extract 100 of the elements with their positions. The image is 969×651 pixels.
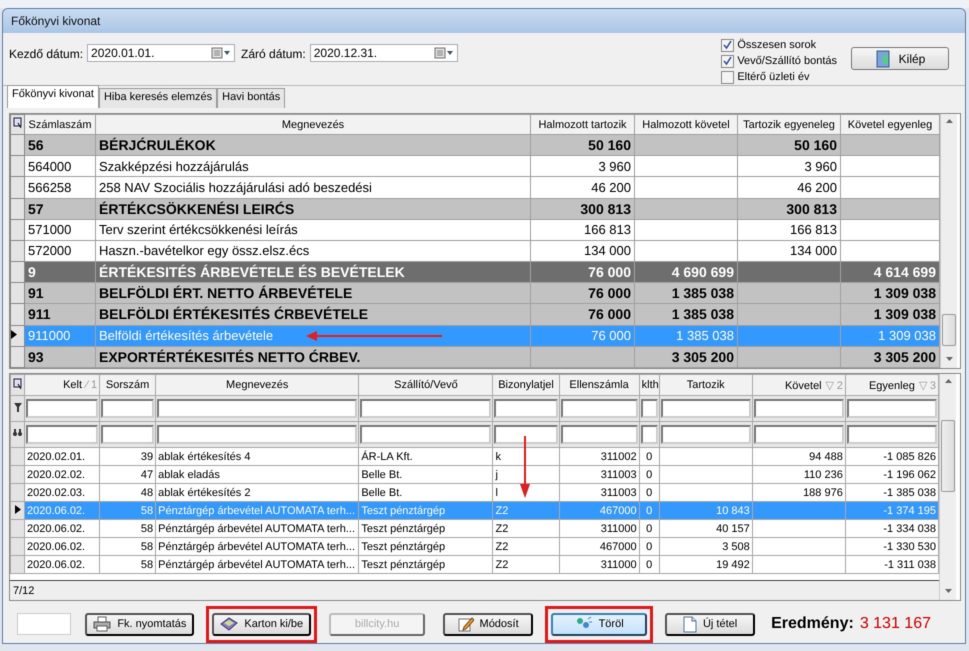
- column-chooser-icon[interactable]: [12, 378, 22, 390]
- checkbox[interactable]: [721, 70, 734, 84]
- scroll-down-icon[interactable]: [946, 357, 952, 361]
- search-field[interactable]: [660, 425, 751, 444]
- table-row[interactable]: 2020.06.02. 58 Pénztárgép árbevétel AUTOMATA terh... Teszt pénztárgép Z2 311000 0 19 492 -1 311 038: [10, 556, 938, 574]
- table-row[interactable]: 93 EXPORTÉRTÉKESITÉS NETTO ĆRBEV. 3 305 200 3 305 200: [10, 346, 940, 368]
- table-row[interactable]: 56 BÉRJĆRULÉKOK 50 160 50 160: [10, 134, 940, 156]
- column-header[interactable]: Egyenleg ▽ 3: [845, 374, 938, 396]
- table-cell: 110 236: [752, 466, 846, 484]
- filter-field[interactable]: [157, 399, 358, 418]
- tab[interactable]: Havi bontás: [217, 88, 286, 108]
- calendar-icon[interactable]: [434, 47, 454, 59]
- column-header[interactable]: Halmozott követel: [634, 114, 738, 134]
- column-header[interactable]: Bizonylatjel: [492, 374, 560, 396]
- start-date-label: Kezdő dátum:: [9, 47, 84, 61]
- table-row[interactable]: 9 ÉRTÉKESITÉS ÁRBEVÉTELE ÉS BEVÉTELEK 76 000 4 690 699 4 614 699: [10, 262, 940, 283]
- table-cell: 0: [639, 520, 660, 538]
- start-date-field[interactable]: 2020.01.01.: [87, 44, 236, 62]
- column-header[interactable]: Megnevezés: [156, 374, 359, 396]
- column-chooser-icon[interactable]: [12, 117, 22, 129]
- table-cell: 91: [24, 282, 96, 304]
- window-title: Főkönyvi kivonat: [3, 9, 965, 33]
- toolbar-button[interactable]: Töröl: [551, 612, 648, 636]
- search-field[interactable]: [101, 425, 154, 444]
- table-cell: 93: [24, 346, 96, 368]
- table-row[interactable]: 571000 Terv szerint értékcsökkenési leírás 166 813 166 813: [10, 219, 940, 240]
- column-header[interactable]: Megnevezés: [96, 114, 530, 134]
- table-row[interactable]: 2020.02.01. 39 ablak értékesítés 4 ÁR-LA Kft. k 311002 0 94 488 -1 085 826: [10, 448, 938, 466]
- toolbar-button[interactable]: Karton ki/be: [212, 612, 312, 636]
- filter-field[interactable]: [560, 399, 638, 418]
- table-row[interactable]: 911 BELFÖLDI ÉRTÉKESITÉS ĆRBEVÉTELE 76 000 1 385 038 1 309 038: [10, 304, 940, 326]
- scroll-down-icon[interactable]: [944, 589, 952, 593]
- row-indicator[interactable]: [10, 325, 24, 346]
- filter-field[interactable]: [360, 399, 492, 418]
- scroll-up-icon[interactable]: [946, 119, 952, 123]
- filter-field[interactable]: [640, 399, 658, 418]
- search-field[interactable]: [494, 425, 558, 444]
- column-header[interactable]: Tartozik egyeneleg: [738, 114, 840, 134]
- end-date-field[interactable]: 2020.12.31.: [310, 44, 458, 62]
- filter-field[interactable]: [26, 399, 98, 418]
- exit-button[interactable]: Kilép: [851, 47, 949, 70]
- table-row[interactable]: 2020.02.02. 47 ablak eladás Belle Bt. j 311003 0 110 236 -1 196 062: [10, 466, 938, 484]
- table-row[interactable]: 91 BELFÖLDI ÉRT. NETTO ÁRBEVÉTELE 76 000 1 385 038 1 309 038: [10, 282, 940, 304]
- table-cell: Szakképzési hozzájárulás: [96, 156, 530, 177]
- search-field[interactable]: [846, 425, 937, 444]
- table-cell: 19 492: [659, 556, 752, 574]
- filter-field[interactable]: [660, 399, 751, 418]
- column-header[interactable]: Szállító/Vevő: [358, 374, 493, 396]
- table-cell: 1 385 038: [634, 304, 738, 326]
- scrollbar-thumb[interactable]: [942, 314, 956, 346]
- table-cell: 50 160: [738, 134, 840, 156]
- toolbar-button[interactable]: Új tétel: [665, 612, 756, 636]
- column-header[interactable]: Sorszám: [100, 374, 156, 396]
- table-cell: 76 000: [530, 304, 634, 326]
- table-row[interactable]: 57 ÉRTÉKCSÖKKENÉSI LEIRĆS 300 813 300 813: [10, 198, 940, 220]
- search-field[interactable]: [560, 425, 638, 444]
- tab[interactable]: Főkönyvi kivonat: [7, 85, 99, 108]
- scrollbar[interactable]: [939, 374, 956, 600]
- column-header[interactable]: Számlaszám: [24, 114, 96, 134]
- scrollbar[interactable]: [940, 114, 957, 368]
- checkbox[interactable]: [721, 38, 734, 52]
- search-field[interactable]: [360, 425, 492, 444]
- scrollbar-thumb[interactable]: [941, 420, 955, 492]
- table-cell: 1 385 038: [634, 325, 738, 346]
- column-header[interactable]: Tartozik: [659, 374, 752, 396]
- table-row[interactable]: 2020.06.02. 58 Pénztárgép árbevétel AUTOMATA terh... Teszt pénztárgép Z2 467000 0 3 508 -1 330 530: [10, 538, 938, 556]
- column-header[interactable]: Ellenszámla: [559, 374, 640, 396]
- toolbar-button[interactable]: Fk. nyomtatás: [85, 612, 194, 636]
- table-row[interactable]: 2020.06.02. 58 Pénztárgép árbevétel AUTOMATA terh... Teszt pénztárgép Z2 311000 0 40 157 -1 334 038: [10, 520, 938, 538]
- binoculars-icon: [13, 429, 22, 437]
- column-header[interactable]: Követel egyenleg: [840, 114, 940, 134]
- table-cell: 76 000: [530, 325, 634, 346]
- column-header[interactable]: klth: [639, 374, 660, 396]
- input-field[interactable]: [17, 613, 72, 635]
- search-field[interactable]: [157, 425, 358, 444]
- column-header[interactable]: Kelt ∕ 1: [24, 374, 100, 396]
- toolbar-button[interactable]: Módosít: [443, 612, 534, 636]
- table-cell: 58: [100, 502, 156, 520]
- checkbox[interactable]: [721, 54, 734, 68]
- column-header[interactable]: Követel ▽ 2: [752, 374, 846, 396]
- table-cell: 1 309 038: [840, 325, 940, 346]
- door-icon: [874, 50, 891, 68]
- search-field[interactable]: [26, 425, 98, 444]
- tab[interactable]: Hiba keresés elemzés: [98, 88, 218, 108]
- search-field[interactable]: [640, 425, 658, 444]
- table-row[interactable]: 566258 258 NAV Szociális hozzájárulási adó beszedési 46 200 46 200: [10, 176, 940, 198]
- scroll-up-icon[interactable]: [944, 379, 952, 383]
- table-cell: 3 508: [659, 538, 752, 556]
- filter-field[interactable]: [754, 399, 844, 418]
- filter-field[interactable]: [101, 399, 154, 418]
- table-cell: Teszt pénztárgép: [358, 538, 493, 556]
- table-cell: -1 085 826: [845, 448, 938, 466]
- table-cell: 467000: [559, 502, 640, 520]
- filter-field[interactable]: [494, 399, 558, 418]
- filter-field[interactable]: [846, 399, 937, 418]
- row-indicator[interactable]: [10, 502, 24, 520]
- table-row[interactable]: 564000 Szakképzési hozzájárulás 3 960 3 960: [10, 156, 940, 177]
- search-field[interactable]: [754, 425, 844, 444]
- calendar-icon[interactable]: [211, 47, 232, 59]
- column-header[interactable]: Halmozott tartozik: [530, 114, 634, 134]
